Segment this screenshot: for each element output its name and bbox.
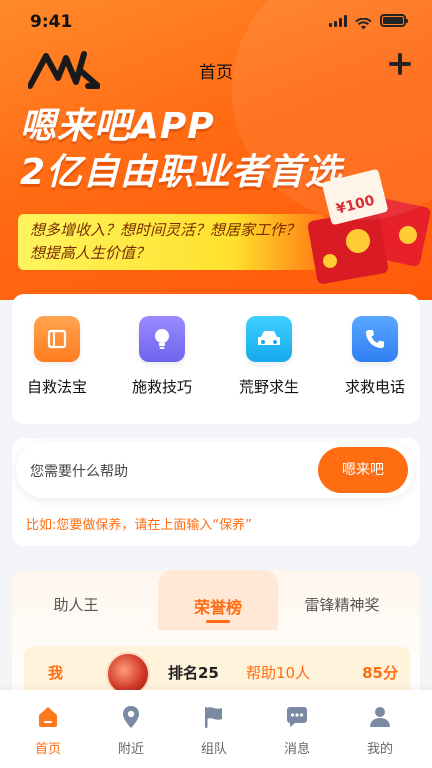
hero-banner: 9:41 首页 嗯来吧APP 2亿自由职业者首选 想多增收入？想时间灵活？想居家…	[0, 0, 432, 300]
services-card: 自救法宝 施救技巧 荒野求生 求救电话	[12, 294, 420, 424]
page-title: 首页	[199, 63, 233, 83]
tabbar-label: 我的	[366, 742, 393, 757]
banner-headline-line2: 2亿自由职业者首选	[20, 152, 343, 193]
tabbar-item-nearby[interactable]: 附近	[101, 704, 161, 757]
tabbar-label: 首页	[34, 742, 61, 757]
service-label: 自救法宝	[26, 378, 87, 396]
cellular-signal-icon	[329, 14, 347, 27]
service-wild-survival[interactable]: 荒野求生	[224, 316, 314, 397]
tab-underline	[206, 620, 230, 623]
banner-headline-line1: 嗯来吧APP	[20, 106, 215, 147]
my-rank-label: 我	[48, 664, 64, 682]
home-icon	[39, 707, 57, 727]
bottom-tab-bar: 首页 附近 组队 消息 我的	[0, 690, 432, 768]
book-icon	[34, 316, 80, 362]
tab-top-helper[interactable]: 助人王	[16, 584, 136, 615]
search-hint: 比如:您要做保养，请在上面输入“保养”	[26, 518, 252, 533]
tabbar-label: 消息	[283, 742, 310, 757]
status-icons	[329, 14, 408, 29]
flag-icon	[205, 707, 222, 728]
status-time: 9:41	[30, 12, 73, 32]
help-search-card: 您需要什么帮助 嗯来吧 比如:您要做保养，请在上面输入“保养”	[12, 438, 420, 546]
phone-icon	[352, 316, 398, 362]
top-navbar: 首页	[0, 44, 432, 94]
banner-slogan: 想多增收入？想时间灵活？想居家工作？想提高人生价值？	[18, 214, 326, 270]
search-placeholder: 您需要什么帮助	[30, 464, 128, 480]
tabbar-label: 附近	[117, 742, 144, 757]
service-emergency-call[interactable]: 求救电话	[330, 316, 420, 397]
banner-headline: 嗯来吧APP 2亿自由职业者首选	[20, 104, 342, 196]
my-score: 85分	[362, 664, 398, 682]
add-button[interactable]	[386, 50, 414, 78]
service-label: 求救电话	[344, 378, 405, 396]
service-label: 荒野求生	[238, 378, 299, 396]
car-icon	[246, 316, 292, 362]
help-search-input[interactable]: 您需要什么帮助 嗯来吧	[16, 442, 414, 498]
service-label: 施救技巧	[131, 378, 192, 396]
user-icon	[370, 707, 390, 727]
lightbulb-icon	[139, 316, 185, 362]
tabbar-item-messages[interactable]: 消息	[267, 704, 327, 757]
service-rescue-tips[interactable]: 施救技巧	[117, 316, 207, 397]
tab-honor-list[interactable]: 荣誉榜	[158, 584, 278, 618]
tab-leifeng-award[interactable]: 雷锋精神奖	[282, 584, 402, 615]
tabbar-item-profile[interactable]: 我的	[350, 704, 410, 757]
tabbar-item-home[interactable]: 首页	[18, 704, 78, 757]
my-help-count: 帮助10人	[246, 664, 311, 682]
leaderboard-card: 助人王 荣誉榜 雷锋精神奖 我 排名25 帮助10人 85分	[12, 570, 420, 710]
search-submit-button[interactable]: 嗯来吧	[318, 447, 408, 493]
location-pin-icon	[123, 706, 139, 728]
service-self-rescue[interactable]: 自救法宝	[12, 316, 102, 397]
tabbar-item-team[interactable]: 组队	[184, 704, 244, 757]
tabbar-label: 组队	[200, 742, 227, 757]
message-icon	[287, 707, 307, 727]
battery-icon	[380, 14, 408, 27]
red-envelope-illustration: ¥100	[307, 169, 431, 284]
my-rank-position: 排名25	[168, 664, 219, 682]
envelope-amount-text: ¥100	[335, 193, 377, 218]
wifi-icon	[355, 15, 372, 29]
status-bar: 9:41	[0, 0, 432, 44]
